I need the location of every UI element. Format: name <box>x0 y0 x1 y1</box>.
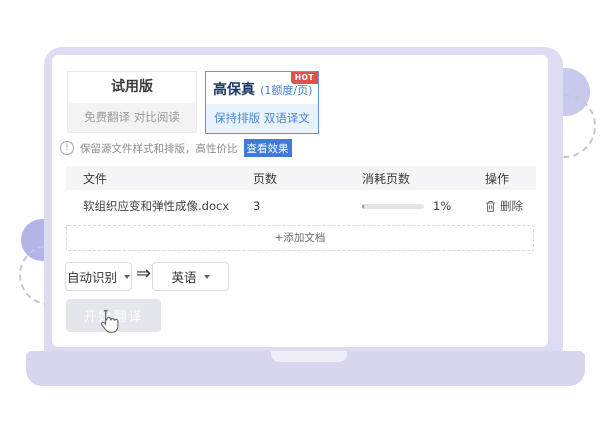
hifi-title-text: 高保真 <box>213 82 255 98</box>
info-icon: ! <box>60 141 74 155</box>
header-file: 文件 <box>66 170 253 187</box>
hifi-price-text: (1额度/页) <box>260 84 312 97</box>
direction-arrow-icon: ⇒ <box>136 263 151 284</box>
target-language-value: 英语 <box>171 267 196 286</box>
notice-line: ! 保留源文件样式和排版，高性价比 查看效果 <box>60 139 292 157</box>
file-name: 软组织应变和弹性成像.docx <box>66 198 253 214</box>
add-document-button[interactable]: +添加文档 <box>66 225 534 251</box>
hot-badge: HOT <box>291 72 318 84</box>
trial-tab-subtitle: 免费翻译 对比阅读 <box>68 103 196 132</box>
tab-high-fidelity[interactable]: HOT 高保真 (1额度/页) 保持排版 双语译文 <box>205 71 319 134</box>
target-language-select[interactable]: 英语 <box>152 262 229 291</box>
consumed-percent-label: 1% <box>433 199 451 213</box>
notice-text: 保留源文件样式和排版，高性价比 <box>80 141 238 156</box>
header-pages: 页数 <box>253 170 362 187</box>
header-actions: 操作 <box>485 170 536 187</box>
trial-tab-title: 试用版 <box>68 72 196 103</box>
hand-cursor-icon <box>94 308 120 337</box>
delete-label: 删除 <box>500 198 523 214</box>
hifi-tab-subtitle: 保持排版 双语译文 <box>206 104 318 133</box>
consumed-cell: 1% <box>362 199 485 213</box>
file-table-header: 文件 页数 消耗页数 操作 <box>66 166 536 190</box>
source-language-value: 自动识别 <box>67 267 117 286</box>
source-language-select[interactable]: 自动识别 <box>65 262 132 291</box>
consumed-progress-bar <box>362 204 424 209</box>
app-root: 试用版 免费翻译 对比阅读 HOT 高保真 (1额度/页) 保持排版 双语译文 … <box>0 0 600 434</box>
translation-panel: 试用版 免费翻译 对比阅读 HOT 高保真 (1额度/页) 保持排版 双语译文 … <box>0 0 600 434</box>
view-sample-link[interactable]: 查看效果 <box>244 139 292 157</box>
trash-icon <box>485 200 496 213</box>
header-consumed: 消耗页数 <box>362 170 485 187</box>
delete-button[interactable]: 删除 <box>485 198 523 214</box>
tab-trial-version[interactable]: 试用版 免费翻译 对比阅读 <box>67 71 197 133</box>
file-pages: 3 <box>253 199 362 213</box>
chevron-down-icon <box>204 275 210 279</box>
table-row: 软组织应变和弹性成像.docx 3 1% 删除 <box>66 190 536 222</box>
chevron-down-icon <box>124 275 130 279</box>
consumed-progress-fill <box>362 204 364 209</box>
